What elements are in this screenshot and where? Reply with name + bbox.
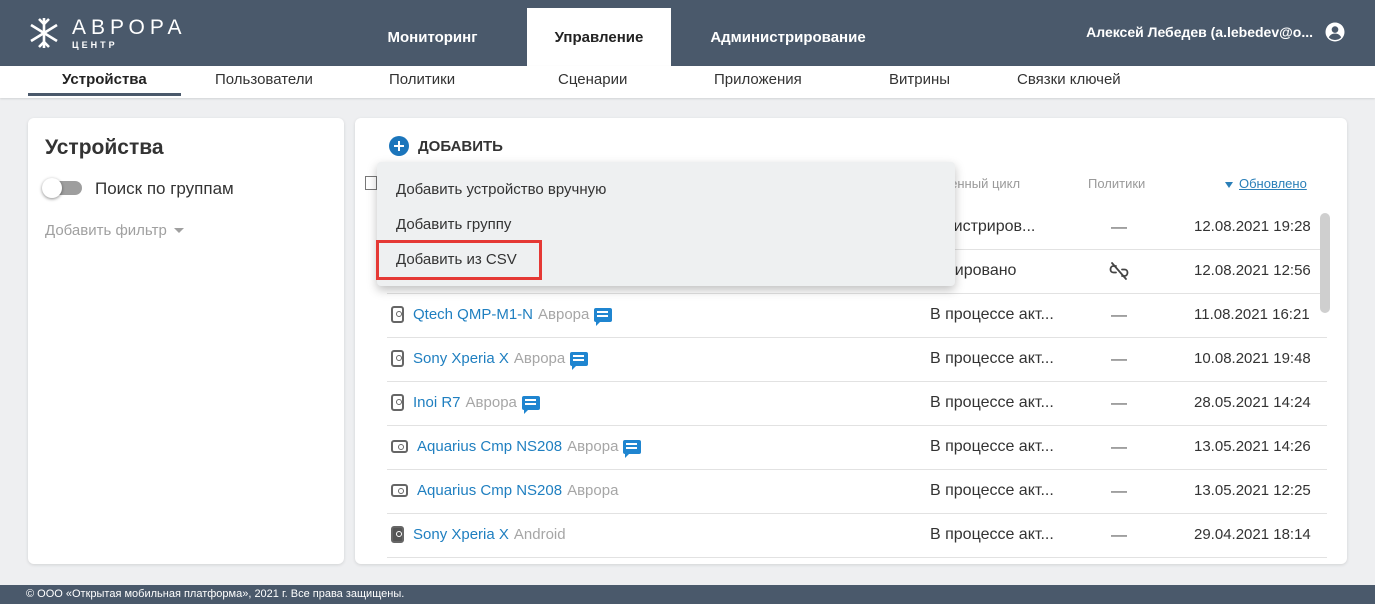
device-os: Аврора: [465, 394, 517, 411]
device-name-link[interactable]: Sony Xperia X: [413, 526, 509, 543]
subnav-policies[interactable]: Политики: [389, 66, 455, 98]
phone-icon: [391, 526, 404, 543]
row-updated: 13.05.2021 14:26: [1194, 438, 1311, 455]
add-button-label: ДОБАВИТЬ: [418, 137, 503, 155]
sub-navigation: Устройства Пользователи Политики Сценари…: [0, 66, 1375, 98]
device-os: Аврора: [567, 438, 619, 455]
tablet-icon: [391, 440, 408, 453]
subnav-users[interactable]: Пользователи: [215, 66, 313, 98]
add-button[interactable]: ДОБАВИТЬ: [389, 136, 503, 156]
row-updated: 29.04.2021 18:14: [1194, 526, 1311, 543]
highlight-box: [376, 240, 542, 280]
plus-circle-icon: [389, 136, 409, 156]
row-updated: 12.08.2021 12:56: [1194, 262, 1311, 279]
row-updated: 11.08.2021 16:21: [1194, 306, 1310, 323]
footer: © ООО «Открытая мобильная платформа», 20…: [0, 585, 1375, 604]
menu-item-add-device-manually[interactable]: Добавить устройство вручную: [396, 181, 606, 198]
row-policies: —: [1111, 351, 1127, 368]
table-row[interactable]: Sony Xperia X Аврора В процессе акт... —…: [387, 338, 1327, 382]
tablet-icon: [391, 484, 408, 497]
device-name-link[interactable]: Aquarius Cmp NS208: [417, 482, 562, 499]
account-circle-icon: [1325, 22, 1345, 42]
add-filter-button[interactable]: Добавить фильтр: [45, 222, 184, 239]
row-lifecycle: В процессе акт...: [930, 350, 1054, 367]
row-policies: —: [1111, 483, 1127, 500]
row-lifecycle: В процессе акт...: [930, 482, 1054, 499]
row-lifecycle: В процессе акт...: [930, 526, 1054, 543]
row-lifecycle: В процессе акт...: [930, 306, 1054, 323]
active-subnav-indicator: [28, 93, 181, 96]
subnav-keychains[interactable]: Связки ключей: [1017, 66, 1121, 98]
row-lifecycle: В процессе акт...: [930, 394, 1054, 411]
row-policies: —: [1111, 439, 1127, 456]
message-icon[interactable]: [623, 439, 642, 458]
top-bar: АВРОРА ЦЕНТР Мониторинг Управление Админ…: [0, 0, 1375, 66]
table-row[interactable]: Inoi R7 Аврора В процессе акт... — 28.05…: [387, 382, 1327, 426]
subnav-scenarios[interactable]: Сценарии: [558, 66, 627, 98]
user-menu[interactable]: Алексей Лебедев (a.lebedev@o...: [1086, 22, 1345, 42]
table-scrollbar[interactable]: [1320, 213, 1330, 543]
column-header-updated[interactable]: Обновлено: [1225, 176, 1307, 191]
table-row[interactable]: Aquarius Cmp NS208 Аврора В процессе акт…: [387, 470, 1327, 514]
row-policies: —: [1111, 395, 1127, 412]
caret-down-icon: [173, 228, 184, 233]
column-header-policies[interactable]: Политики: [1088, 176, 1145, 191]
menu-item-add-group[interactable]: Добавить группу: [396, 216, 511, 233]
panel-title: Устройства: [45, 136, 164, 159]
row-lifecycle: В процессе акт...: [930, 438, 1054, 455]
device-name-link[interactable]: Aquarius Cmp NS208: [417, 438, 562, 455]
column-header-updated-label: Обновлено: [1239, 176, 1307, 191]
device-os: Аврора: [538, 306, 590, 323]
brand-title: АВРОРА: [72, 15, 187, 39]
device-name-link[interactable]: Inoi R7: [413, 394, 461, 411]
tab-administration[interactable]: Администрирование: [690, 8, 886, 66]
table-row[interactable]: Sony Xperia X Android В процессе акт... …: [387, 514, 1327, 558]
sort-descending-icon: [1225, 181, 1233, 188]
phone-icon: [391, 350, 404, 367]
row-policies: —: [1111, 307, 1127, 324]
row-updated: 13.05.2021 12:25: [1194, 482, 1311, 499]
unlink-icon: [1109, 262, 1129, 280]
user-name: Алексей Лебедев (a.lebedev@o...: [1086, 24, 1313, 40]
add-filter-label: Добавить фильтр: [45, 222, 167, 239]
tab-management[interactable]: Управление: [527, 8, 671, 66]
aurora-logo-icon: [26, 15, 62, 51]
row-policies: —: [1111, 219, 1127, 236]
row-updated: 28.05.2021 14:24: [1194, 394, 1311, 411]
filter-panel: Устройства Поиск по группам Добавить фил…: [28, 118, 344, 564]
message-icon[interactable]: [570, 351, 589, 370]
brand-subtitle: ЦЕНТР: [72, 39, 118, 50]
brand-logo[interactable]: АВРОРА ЦЕНТР: [26, 10, 187, 56]
device-os: Аврора: [567, 482, 619, 499]
select-all-checkbox[interactable]: [365, 176, 377, 190]
message-icon[interactable]: [594, 307, 613, 326]
phone-icon: [391, 394, 404, 411]
tab-monitoring[interactable]: Мониторинг: [372, 8, 493, 66]
device-os: Аврора: [513, 350, 566, 367]
device-os: Android: [513, 526, 566, 543]
group-search-label: Поиск по группам: [95, 179, 234, 198]
table-row[interactable]: Qtech QMP-M1-N Аврора В процессе акт... …: [387, 294, 1327, 338]
subnav-showcases[interactable]: Витрины: [889, 66, 950, 98]
table-row[interactable]: Aquarius Cmp NS208 Аврора В процессе акт…: [387, 426, 1327, 470]
row-updated: 10.08.2021 19:48: [1194, 350, 1311, 367]
toggle-knob: [42, 178, 62, 198]
row-policies: —: [1111, 527, 1127, 544]
message-icon[interactable]: [521, 395, 540, 414]
device-name-link[interactable]: Qtech QMP-M1-N: [413, 306, 533, 323]
subnav-applications[interactable]: Приложения: [714, 66, 802, 98]
scrollbar-thumb[interactable]: [1320, 213, 1330, 313]
group-search-toggle[interactable]: [42, 178, 82, 198]
row-updated: 12.08.2021 19:28: [1194, 218, 1311, 235]
phone-icon: [391, 306, 404, 323]
device-name-link[interactable]: Sony Xperia X: [413, 350, 509, 367]
